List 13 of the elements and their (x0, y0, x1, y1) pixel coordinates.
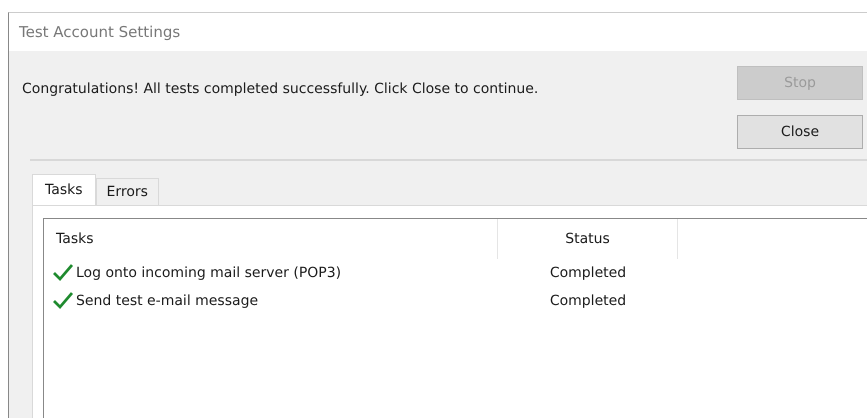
status-message: Congratulations! All tests completed successfully. Click Close to continue. (22, 81, 538, 99)
window-title: Test Account Settings (19, 23, 180, 41)
task-name: Log onto incoming mail server (POP3) (76, 265, 342, 281)
task-name: Send test e-mail message (76, 293, 258, 309)
tab[interactable]: Tasks (32, 174, 96, 205)
dialog-button[interactable]: Close (737, 115, 863, 149)
task-status: Completed (550, 293, 626, 309)
checkmark-icon (53, 292, 73, 310)
tab[interactable]: Errors (96, 178, 159, 205)
column-header[interactable]: Tasks (44, 219, 498, 259)
column-header[interactable]: Status (498, 219, 678, 259)
checkmark-icon (53, 264, 73, 282)
task-status: Completed (550, 265, 626, 281)
